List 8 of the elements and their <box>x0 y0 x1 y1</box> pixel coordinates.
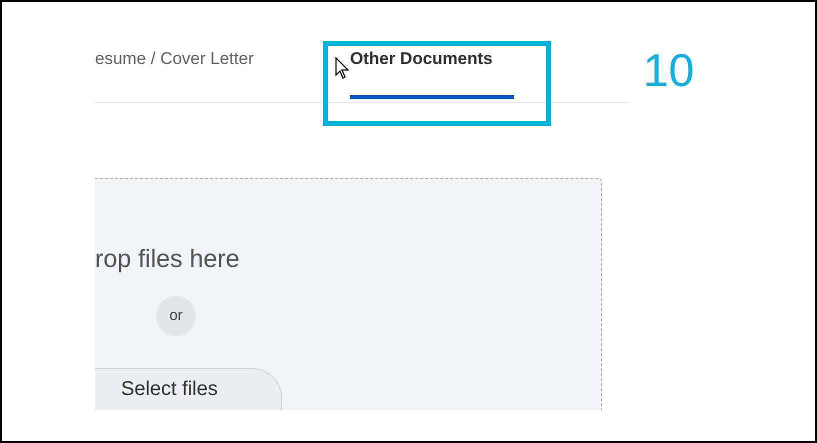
step-number: 10 <box>643 43 694 98</box>
cursor-icon <box>335 57 349 79</box>
or-separator: or <box>156 296 196 336</box>
drop-zone[interactable]: rop files here or Select files <box>95 178 602 410</box>
select-files-button[interactable]: Select files <box>95 368 282 410</box>
tab[interactable]: esume / Cover Letter <box>95 47 350 99</box>
tab[interactable]: Other Documents <box>350 47 514 99</box>
drop-prompt: rop files here <box>95 244 240 274</box>
